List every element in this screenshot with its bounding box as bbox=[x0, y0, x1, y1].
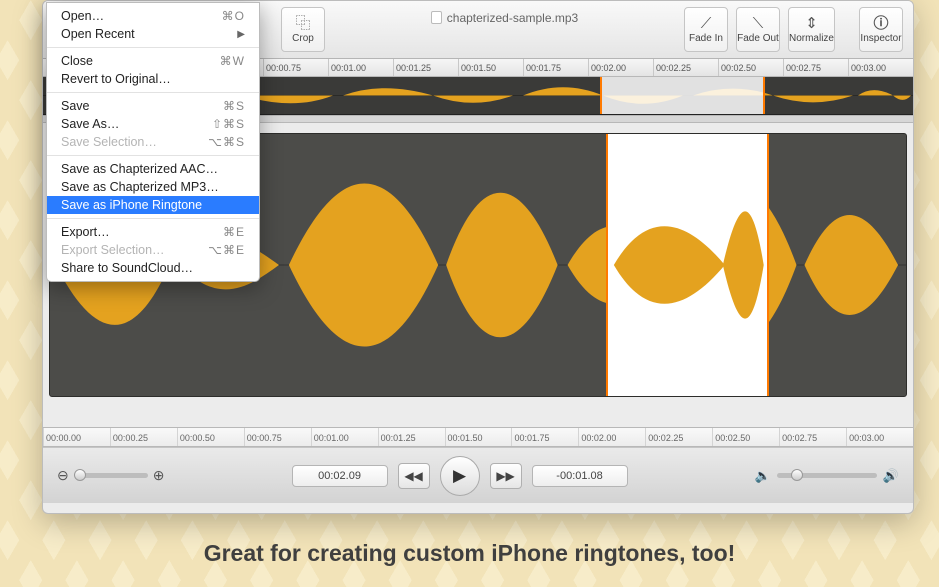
play-button[interactable]: ▶ bbox=[440, 456, 480, 496]
inspector-label: Inspector bbox=[860, 33, 901, 44]
volume-low-icon: 🔈 bbox=[755, 468, 771, 484]
menu-open-recent[interactable]: Open Recent▶ bbox=[47, 25, 259, 43]
crop-label: Crop bbox=[292, 33, 314, 44]
volume-control: 🔈 🔊 bbox=[755, 468, 899, 484]
menu-separator bbox=[47, 92, 259, 93]
inspector-button[interactable]: ⓘ Inspector bbox=[859, 7, 903, 52]
volume-slider[interactable] bbox=[777, 473, 877, 478]
fade-out-label: Fade Out bbox=[737, 33, 779, 44]
normalize-icon: ⇕ bbox=[805, 15, 818, 33]
menu-export-selection: Export Selection…⌥⌘E bbox=[47, 241, 259, 259]
volume-high-icon: 🔊 bbox=[883, 468, 899, 484]
zoom-out-icon[interactable]: ⊖ bbox=[57, 467, 69, 484]
transport-bar: ⊖ ⊕ 00:02.09 ◀◀ ▶ ▶▶ -00:01.08 🔈 🔊 bbox=[43, 447, 913, 503]
timeline-ruler-bottom[interactable]: 00:00.00 00:00.25 00:00.50 00:00.75 00:0… bbox=[43, 427, 913, 447]
volume-knob[interactable] bbox=[791, 469, 803, 481]
fade-in-label: Fade In bbox=[689, 33, 723, 44]
menu-revert[interactable]: Revert to Original… bbox=[47, 70, 259, 88]
zoom-slider[interactable] bbox=[74, 473, 148, 478]
fade-in-icon: ⟋ bbox=[701, 15, 712, 33]
position-time: 00:02.09 bbox=[292, 465, 388, 487]
file-menu: Open…⌘O Open Recent▶ Close⌘W Revert to O… bbox=[46, 2, 260, 282]
waveform-selection[interactable] bbox=[606, 134, 769, 396]
menu-separator bbox=[47, 47, 259, 48]
menu-separator bbox=[47, 218, 259, 219]
fade-in-button[interactable]: ⟋ Fade In bbox=[684, 7, 728, 52]
menu-save-mp3[interactable]: Save as Chapterized MP3… bbox=[47, 178, 259, 196]
marketing-tagline: Great for creating custom iPhone rington… bbox=[0, 540, 939, 567]
chevron-right-icon: ▶ bbox=[237, 29, 245, 40]
menu-save[interactable]: Save⌘S bbox=[47, 97, 259, 115]
window-title: chapterized-sample.mp3 bbox=[333, 11, 676, 25]
zoom-control: ⊖ ⊕ bbox=[57, 467, 164, 484]
menu-share-soundcloud[interactable]: Share to SoundCloud… bbox=[47, 259, 259, 277]
overview-selection[interactable] bbox=[600, 77, 765, 114]
menu-open[interactable]: Open…⌘O bbox=[47, 7, 259, 25]
forward-button[interactable]: ▶▶ bbox=[490, 463, 522, 489]
zoom-in-icon[interactable]: ⊕ bbox=[153, 467, 165, 484]
rewind-button[interactable]: ◀◀ bbox=[398, 463, 430, 489]
menu-separator bbox=[47, 155, 259, 156]
menu-save-selection: Save Selection…⌥⌘S bbox=[47, 133, 259, 151]
fade-out-button[interactable]: ⟍ Fade Out bbox=[736, 7, 780, 52]
normalize-label: Normalize bbox=[789, 33, 834, 44]
fade-out-icon: ⟍ bbox=[753, 15, 764, 33]
crop-icon: ⿻ bbox=[295, 15, 310, 33]
menu-save-ringtone[interactable]: Save as iPhone Ringtone bbox=[47, 196, 259, 214]
menu-save-aac[interactable]: Save as Chapterized AAC… bbox=[47, 160, 259, 178]
crop-button[interactable]: ⿻ Crop bbox=[281, 7, 325, 52]
normalize-button[interactable]: ⇕ Normalize bbox=[788, 7, 835, 52]
zoom-knob[interactable] bbox=[74, 469, 86, 481]
file-icon bbox=[431, 11, 442, 24]
menu-save-as[interactable]: Save As…⇧⌘S bbox=[47, 115, 259, 133]
menu-close[interactable]: Close⌘W bbox=[47, 52, 259, 70]
info-icon: ⓘ bbox=[873, 15, 888, 33]
menu-export[interactable]: Export…⌘E bbox=[47, 223, 259, 241]
remaining-time: -00:01.08 bbox=[532, 465, 628, 487]
